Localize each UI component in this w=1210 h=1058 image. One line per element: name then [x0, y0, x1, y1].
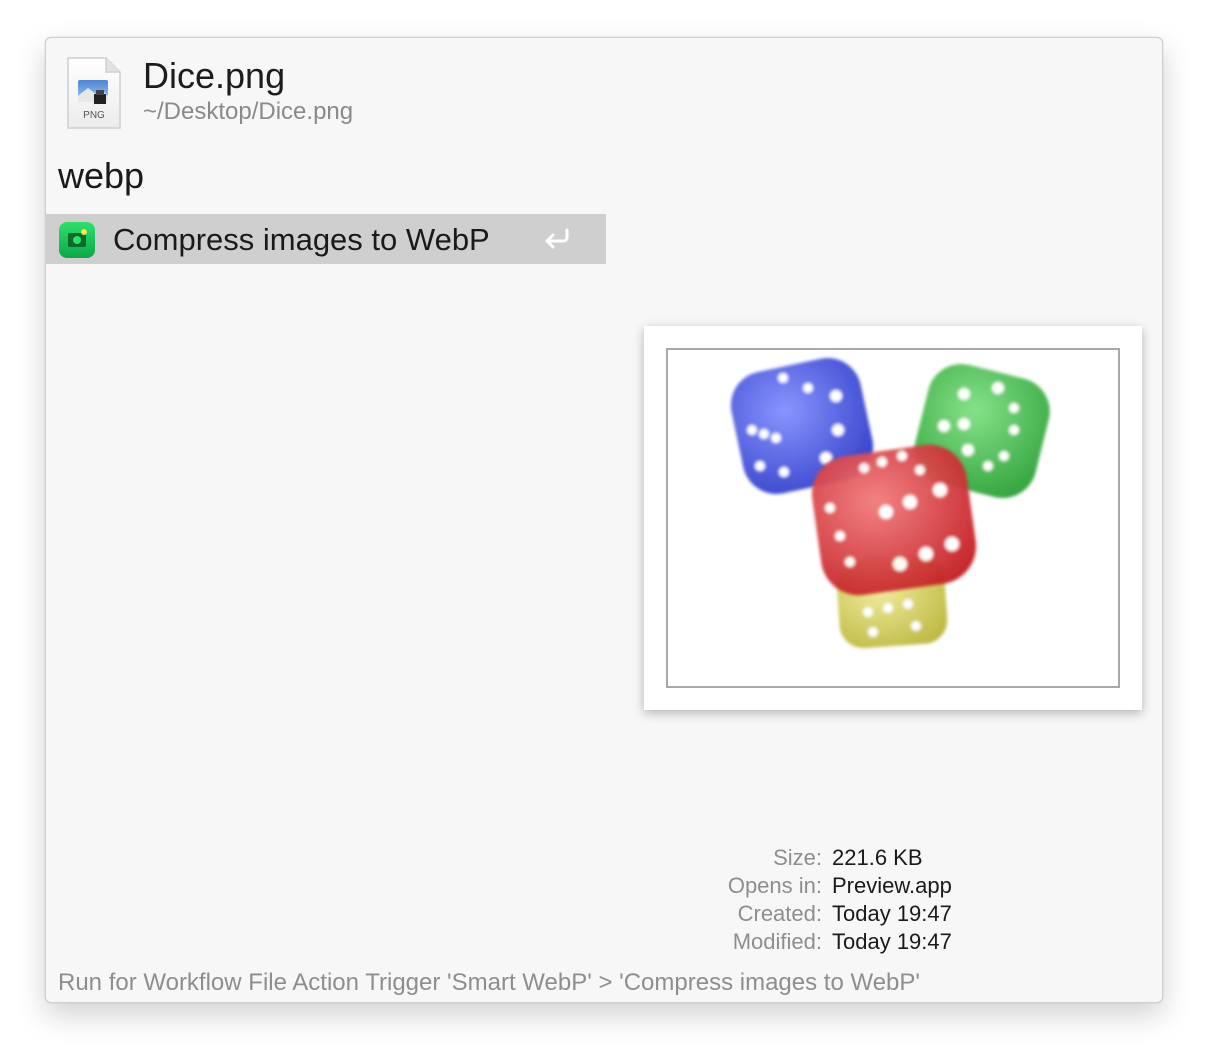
metadata-value: Preview.app	[832, 873, 952, 898]
png-file-icon-label: PNG	[83, 110, 105, 121]
metadata-modified: Modified: Today 19:47	[666, 928, 1006, 956]
metadata-value: Today 19:47	[832, 901, 952, 926]
result-label: Compress images to WebP	[113, 222, 490, 257]
metadata-opens-in: Opens in: Preview.app	[666, 872, 1006, 900]
metadata-key: Created:	[737, 901, 822, 926]
file-metadata: Size: 221.6 KB Opens in: Preview.app Cre…	[666, 844, 1006, 956]
webp-workflow-icon	[58, 221, 96, 259]
metadata-key: Size:	[773, 845, 822, 870]
png-file-icon: PNG	[66, 56, 122, 130]
metadata-created: Created: Today 19:47	[666, 900, 1006, 928]
image-preview	[644, 326, 1142, 710]
metadata-key: Modified:	[732, 929, 822, 954]
alfred-window: PNG Dice.png ~/Desktop/Dice.png webp Com…	[45, 37, 1163, 1003]
metadata-key: Opens in:	[727, 873, 822, 898]
return-key-icon	[542, 227, 572, 251]
search-input[interactable]: webp	[58, 154, 144, 198]
metadata-size: Size: 221.6 KB	[666, 844, 1006, 872]
file-path: ~/Desktop/Dice.png	[143, 98, 354, 125]
dice-image	[666, 348, 1120, 688]
metadata-value: Today 19:47	[832, 929, 952, 954]
red-die	[811, 444, 977, 596]
action-subtext: Run for Workflow File Action Trigger 'Sm…	[58, 969, 920, 996]
metadata-value: 221.6 KB	[832, 845, 923, 870]
result-item-compress-webp[interactable]: Compress images to WebP	[46, 214, 606, 264]
file-name: Dice.png	[143, 55, 286, 96]
